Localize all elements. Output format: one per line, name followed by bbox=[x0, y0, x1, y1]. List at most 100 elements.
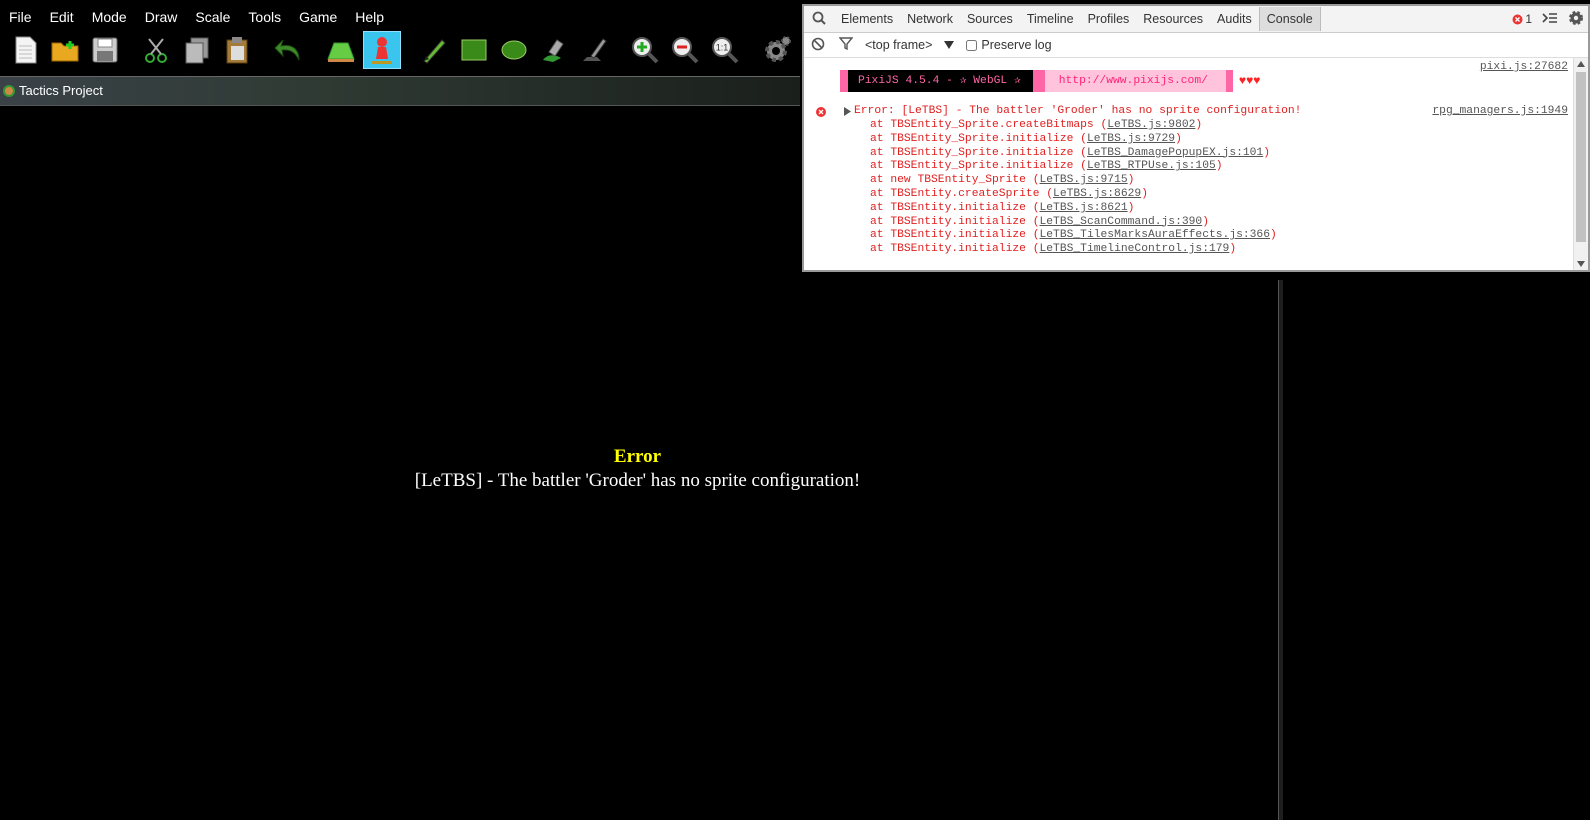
menu-help[interactable]: Help bbox=[346, 9, 393, 25]
pixi-url[interactable]: http://www.pixijs.com/ bbox=[1044, 70, 1226, 92]
settings-gear-icon[interactable] bbox=[759, 33, 793, 67]
toolbar: 1:1 bbox=[0, 30, 800, 72]
frame-select[interactable]: <top frame> bbox=[865, 38, 932, 52]
stack-frame: at TBSEntity_Sprite.initialize (LeTBS_RT… bbox=[870, 160, 1223, 173]
tab-network[interactable]: Network bbox=[900, 12, 960, 26]
stack-frame-link[interactable]: LeTBS_TimelineControl.js:179 bbox=[1040, 243, 1230, 255]
menu-scale[interactable]: Scale bbox=[186, 9, 239, 25]
map-mode-icon[interactable] bbox=[324, 33, 358, 67]
tab-resources[interactable]: Resources bbox=[1136, 12, 1210, 26]
error-source-link[interactable]: rpg_managers.js:1949 bbox=[1432, 105, 1568, 117]
pixi-version: PixiJS 4.5.4 - ✰ WebGL ✰ bbox=[848, 70, 1033, 92]
console-scrollbar[interactable] bbox=[1573, 58, 1588, 270]
console-output: PixiJS 4.5.4 - ✰ WebGL ✰ http://www.pixi… bbox=[804, 58, 1574, 270]
stack-frame: at TBSEntity.initialize (LeTBS_ScanComma… bbox=[870, 215, 1209, 228]
preserve-log-label: Preserve log bbox=[981, 38, 1052, 52]
undo-icon[interactable] bbox=[271, 33, 305, 67]
console-drawer-icon[interactable] bbox=[1542, 12, 1558, 27]
tab-sources[interactable]: Sources bbox=[960, 12, 1020, 26]
filter-icon[interactable] bbox=[838, 37, 854, 53]
stack-frame: at TBSEntity_Sprite.initialize (LeTBS_Da… bbox=[870, 146, 1270, 159]
dropdown-arrow-icon[interactable] bbox=[944, 38, 955, 52]
paste-icon[interactable] bbox=[220, 33, 254, 67]
new-file-icon[interactable] bbox=[9, 33, 43, 67]
game-error-message: [LeTBS] - The battler 'Groder' has no sp… bbox=[414, 470, 861, 491]
error-message: Error: [LeTBS] - The battler 'Groder' ha… bbox=[854, 105, 1302, 117]
ellipse-icon[interactable] bbox=[497, 33, 531, 67]
stack-frame-function: at TBSEntity.initialize bbox=[870, 201, 1026, 214]
save-icon[interactable] bbox=[88, 33, 122, 67]
stack-frame-link[interactable]: LeTBS.js:8621 bbox=[1040, 202, 1128, 214]
menu-game[interactable]: Game bbox=[290, 9, 346, 25]
shadow-pen-icon[interactable] bbox=[577, 33, 611, 67]
project-icon bbox=[3, 84, 15, 102]
stack-frame-link[interactable]: LeTBS_RTPUse.js:105 bbox=[1087, 160, 1216, 172]
tab-timeline[interactable]: Timeline bbox=[1020, 12, 1081, 26]
stack-frame-link[interactable]: LeTBS.js:9802 bbox=[1107, 119, 1195, 131]
stack-frame-function: at TBSEntity.initialize bbox=[870, 229, 1026, 242]
stack-frame-link[interactable]: LeTBS_TilesMarksAuraEffects.js:366 bbox=[1040, 229, 1271, 241]
stack-frame-link[interactable]: LeTBS_DamagePopupEX.js:101 bbox=[1087, 147, 1263, 159]
stack-frame-function: at new TBSEntity_Sprite bbox=[870, 174, 1026, 187]
error-icon bbox=[816, 107, 826, 121]
stack-frame: at TBSEntity.createSprite (LeTBS.js:8629… bbox=[870, 188, 1148, 200]
open-folder-icon[interactable] bbox=[48, 33, 82, 67]
copy-icon[interactable] bbox=[180, 33, 214, 67]
inspect-icon[interactable] bbox=[804, 11, 834, 28]
pencil-icon[interactable] bbox=[417, 33, 451, 67]
flood-fill-icon[interactable] bbox=[537, 33, 571, 67]
console-filter-bar: <top frame> Preserve log bbox=[804, 33, 1588, 58]
stack-frame-function: at TBSEntity.initialize bbox=[870, 215, 1026, 228]
stack-frame: at TBSEntity.initialize (LeTBS.js:8621) bbox=[870, 201, 1135, 214]
settings-gear-icon[interactable] bbox=[1568, 10, 1584, 29]
stack-frame-link[interactable]: LeTBS.js:9729 bbox=[1087, 133, 1175, 145]
preserve-log-checkbox[interactable] bbox=[966, 39, 978, 51]
menu-edit[interactable]: Edit bbox=[41, 9, 83, 25]
stack-frame-link[interactable]: LeTBS.js:9715 bbox=[1040, 174, 1128, 186]
stack-frame-function: at TBSEntity_Sprite.createBitmaps bbox=[870, 119, 1094, 131]
stack-frame: at TBSEntity_Sprite.initialize (LeTBS.js… bbox=[870, 132, 1182, 145]
stack-frame: at TBSEntity.initialize (LeTBS_TimelineC… bbox=[870, 243, 1237, 256]
stack-frame-link[interactable]: LeTBS_ScanCommand.js:390 bbox=[1040, 216, 1203, 228]
devtools-tabs: Elements Network Sources Timeline Profil… bbox=[804, 6, 1588, 33]
stack-frame-function: at TBSEntity.createSprite bbox=[870, 188, 1040, 200]
pixi-banner: PixiJS 4.5.4 - ✰ WebGL ✰ http://www.pixi… bbox=[840, 70, 1261, 92]
pixi-hearts: ♥♥♥ bbox=[1238, 74, 1261, 88]
tab-console[interactable]: Console bbox=[1258, 7, 1321, 31]
event-mode-icon[interactable] bbox=[363, 31, 401, 69]
stack-frame: at TBSEntity_Sprite.createBitmaps (LeTBS… bbox=[870, 119, 1203, 131]
project-tab-label[interactable]: Tactics Project bbox=[19, 83, 103, 98]
stack-frame-function: at TBSEntity.initialize bbox=[870, 243, 1026, 256]
menu-bar: File Edit Mode Draw Scale Tools Game Hel… bbox=[0, 6, 800, 28]
menu-file[interactable]: File bbox=[0, 9, 41, 25]
error-circle-icon bbox=[1512, 14, 1523, 24]
zoom-out-icon[interactable] bbox=[668, 33, 702, 67]
tab-profiles[interactable]: Profiles bbox=[1081, 12, 1137, 26]
zoom-actual-icon[interactable]: 1:1 bbox=[708, 33, 742, 67]
expand-triangle-icon[interactable] bbox=[844, 107, 851, 120]
game-error-title: Error bbox=[613, 446, 662, 467]
stack-frame-function: at TBSEntity_Sprite.initialize bbox=[870, 132, 1074, 145]
svg-text:1:1: 1:1 bbox=[716, 43, 729, 53]
zoom-in-icon[interactable] bbox=[628, 33, 662, 67]
stack-frame: at TBSEntity.initialize (LeTBS_TilesMark… bbox=[870, 229, 1277, 242]
scrollbar-thumb[interactable] bbox=[1576, 72, 1586, 242]
rectangle-icon[interactable] bbox=[457, 33, 491, 67]
menu-tools[interactable]: Tools bbox=[239, 9, 290, 25]
stack-frame-function: at TBSEntity_Sprite.initialize bbox=[870, 146, 1074, 159]
stack-frame: at new TBSEntity_Sprite (LeTBS.js:9715) bbox=[870, 174, 1135, 187]
error-count: 1 bbox=[1525, 12, 1532, 26]
stack-frame-link[interactable]: LeTBS.js:8629 bbox=[1053, 188, 1141, 200]
tab-audits[interactable]: Audits bbox=[1210, 12, 1259, 26]
tab-elements[interactable]: Elements bbox=[834, 12, 900, 26]
clear-console-icon[interactable] bbox=[811, 37, 825, 54]
menu-mode[interactable]: Mode bbox=[83, 9, 136, 25]
cut-icon[interactable] bbox=[139, 33, 173, 67]
pixi-source-link[interactable]: pixi.js:27682 bbox=[1480, 61, 1568, 73]
devtools-window: Elements Network Sources Timeline Profil… bbox=[802, 4, 1590, 272]
project-tab-bar: Tactics Project bbox=[0, 76, 800, 106]
error-count-badge[interactable]: 1 bbox=[1512, 12, 1532, 26]
menu-draw[interactable]: Draw bbox=[136, 9, 187, 25]
stack-frame-function: at TBSEntity_Sprite.initialize bbox=[870, 160, 1074, 173]
window-divider bbox=[1278, 280, 1283, 820]
